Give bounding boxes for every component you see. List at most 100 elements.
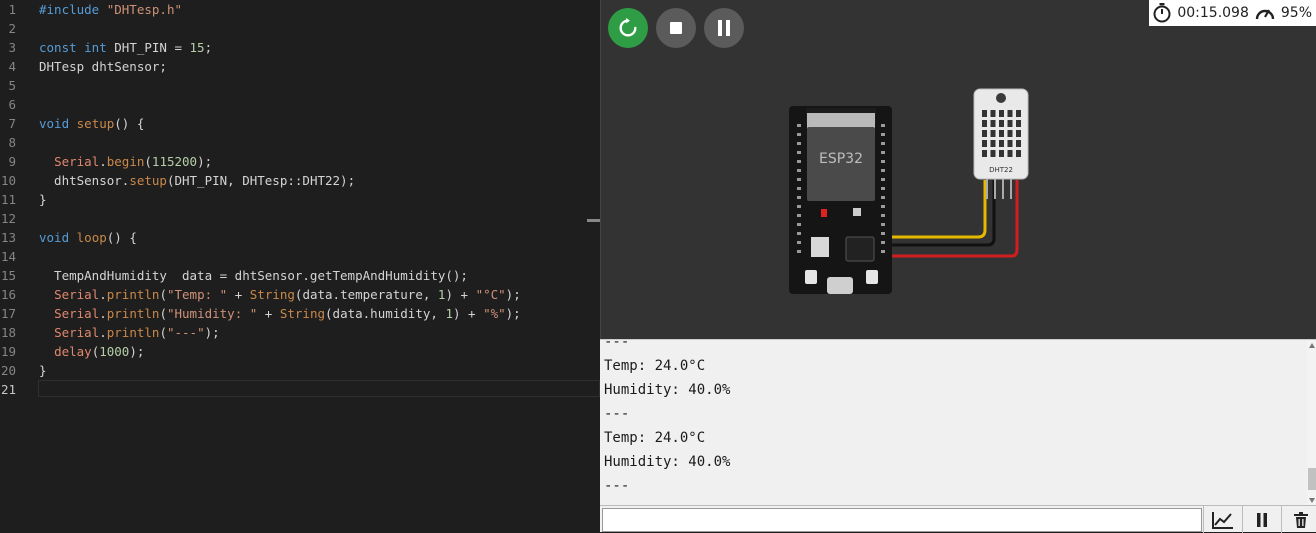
code-line[interactable]: 1 #include "DHTesp.h": [0, 0, 600, 19]
code-token: "DHTesp.h": [106, 2, 182, 17]
pin-header: [797, 241, 801, 244]
code-text: Serial.println("---");: [39, 323, 220, 342]
sensor-vent: [1007, 150, 1013, 157]
serial-line: ---: [604, 478, 630, 494]
sensor-label: DHT22: [989, 166, 1013, 174]
code-line[interactable]: 14: [0, 247, 600, 266]
line-number: 3: [8, 40, 16, 55]
code-line[interactable]: 21: [0, 380, 600, 399]
line-number: 17: [0, 306, 16, 321]
pin-header: [881, 133, 885, 136]
code-line[interactable]: 7 void setup() {: [0, 114, 600, 133]
scrollbar[interactable]: [1307, 340, 1316, 505]
line-number: 9: [8, 154, 16, 169]
code-line[interactable]: 17 Serial.println("Humidity: " + String(…: [0, 304, 600, 323]
sensor-vent: [990, 110, 996, 117]
code-line[interactable]: 9 Serial.begin(115200);: [0, 152, 600, 171]
line-number: 5: [8, 78, 16, 93]
code-text: }: [39, 190, 47, 209]
code-token: .: [99, 287, 107, 302]
sensor-vent: [982, 110, 987, 117]
code-line[interactable]: 20}: [0, 361, 600, 380]
code-line[interactable]: 18 Serial.println("---");: [0, 323, 600, 342]
scroll-down-icon[interactable]: [1309, 498, 1315, 503]
code-token: +: [257, 306, 280, 321]
sensor-vent: [999, 150, 1004, 157]
code-token: 115200: [151, 154, 198, 169]
code-line[interactable]: 15 TempAndHumidity data = dhtSensor.getT…: [0, 266, 600, 285]
code-text: #include "DHTesp.h": [39, 0, 182, 19]
resize-handle[interactable]: [587, 219, 600, 222]
code-token: DHTesp dhtSensor;: [39, 59, 167, 74]
pin-header: [881, 169, 885, 172]
code-text: delay(1000);: [39, 342, 144, 361]
line-number: 16: [0, 287, 16, 302]
code-token: "---": [166, 325, 205, 340]
code-line[interactable]: 19 delay(1000);: [0, 342, 600, 361]
pin-header: [881, 205, 885, 208]
line-number: 1: [8, 2, 16, 17]
wire-black: [888, 180, 996, 247]
code-token: (: [144, 154, 152, 169]
sensor-vent: [1016, 130, 1021, 137]
dht22-sensor: DHT22: [973, 88, 1029, 199]
scroll-thumb[interactable]: [1308, 468, 1316, 490]
code-token: dhtSensor.: [39, 173, 130, 188]
pin-header: [797, 160, 801, 163]
clear-monitor-button[interactable]: [1281, 506, 1316, 533]
code-token: loop: [76, 230, 107, 245]
pin-header: [881, 187, 885, 190]
code-text: void loop() {: [39, 228, 137, 247]
code-line[interactable]: 6: [0, 95, 600, 114]
chart-icon: [1211, 511, 1233, 529]
pin-header: [797, 205, 801, 208]
code-line[interactable]: 2: [0, 19, 600, 38]
code-line[interactable]: 10 dhtSensor.setup(DHT_PIN, DHTesp::DHT2…: [0, 171, 600, 190]
pin-header: [881, 232, 885, 235]
simulation-canvas[interactable]: 00:15.098 95% ESP32 DHT22: [600, 0, 1316, 339]
pin-header: [797, 232, 801, 235]
code-line[interactable]: 12: [0, 209, 600, 228]
code-line[interactable]: 8: [0, 133, 600, 152]
serial-line: Humidity: 40.0%: [604, 382, 731, 398]
code-line[interactable]: 13 void loop() {: [0, 228, 600, 247]
sensor-vent: [982, 130, 987, 137]
code-token: (data.humidity,: [325, 306, 446, 321]
code-line[interactable]: 5: [0, 76, 600, 95]
sensor-vent: [982, 140, 987, 147]
code-token: String: [249, 287, 295, 302]
code-line[interactable]: 4 DHTesp dhtSensor;: [0, 57, 600, 76]
plotter-button[interactable]: [1203, 506, 1241, 533]
code-token: const: [39, 40, 85, 55]
code-token: 15: [189, 40, 205, 55]
pause-monitor-button[interactable]: [1242, 506, 1280, 533]
line-number: 11: [0, 192, 16, 207]
code-line[interactable]: 3 const int DHT_PIN = 15;: [0, 38, 600, 57]
pin-header: [881, 214, 885, 217]
code-token: "Temp: ": [166, 287, 228, 302]
code-token: TempAndHumidity data = dhtSensor.getTemp…: [39, 268, 468, 283]
code-text: const int DHT_PIN = 15;: [39, 38, 212, 57]
pin-header: [797, 178, 801, 181]
code-token: (: [159, 306, 167, 321]
code-line[interactable]: 11}: [0, 190, 600, 209]
code-token: .: [99, 306, 107, 321]
pin-header: [797, 223, 801, 226]
sensor-vent: [999, 140, 1004, 147]
sensor-vent: [1016, 140, 1021, 147]
serial-monitor[interactable]: --- Temp: 24.0°C Humidity: 40.0% --- Temp: 2…: [600, 339, 1316, 505]
scroll-up-icon[interactable]: [1309, 343, 1315, 348]
serial-input[interactable]: [602, 508, 1202, 532]
line-number: 21: [0, 382, 16, 397]
line-number: 7: [8, 116, 16, 131]
code-line[interactable]: 16 Serial.println("Temp: " + String(data…: [0, 285, 600, 304]
serial-line: Temp: 24.0°C: [604, 358, 706, 374]
code-editor[interactable]: 1 #include "DHTesp.h" 2 3 const int DHT_PIN …: [0, 0, 600, 532]
sensor-vent: [1016, 150, 1021, 157]
code-token: ) +: [445, 287, 476, 302]
code-token: println: [106, 287, 160, 302]
line-number: 8: [8, 135, 16, 150]
